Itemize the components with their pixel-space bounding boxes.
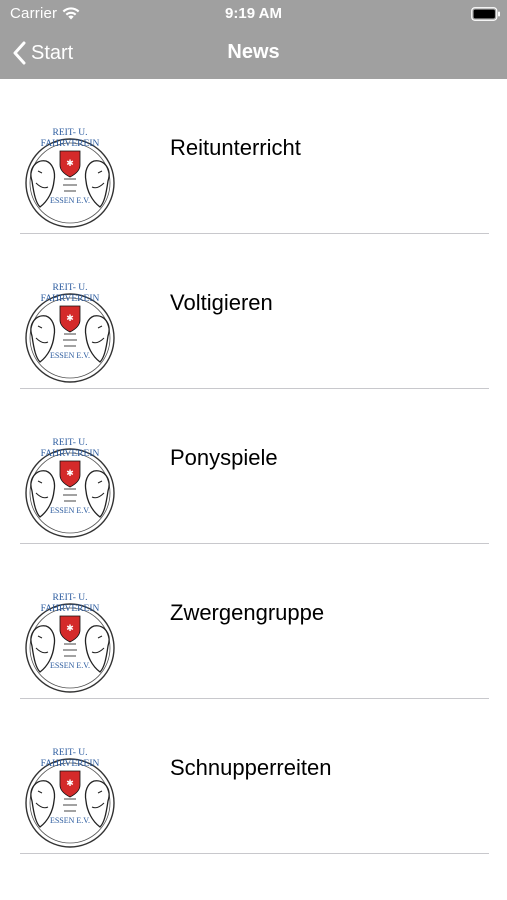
club-logo-icon: ✱ REIT- U. FAHRVEREIN ESSEN E.V. — [25, 593, 115, 693]
news-list-item[interactable]: ✱ REIT- U. FAHRVEREIN ESSEN E.V. Voltigi… — [0, 234, 507, 389]
news-list-item[interactable]: ✱ REIT- U. FAHRVEREIN ESSEN E.V. Reitunt… — [0, 79, 507, 234]
svg-text:ESSEN E.V.: ESSEN E.V. — [50, 816, 90, 825]
row-separator — [20, 853, 489, 854]
svg-text:FAHRVEREIN: FAHRVEREIN — [41, 294, 100, 304]
news-item-title: Reitunterricht — [170, 135, 301, 160]
top-bar: Carrier 9:19 AM Start News — [0, 0, 507, 79]
svg-text:REIT- U.: REIT- U. — [52, 283, 87, 293]
club-logo-icon: ✱ REIT- U. FAHRVEREIN ESSEN E.V. — [25, 438, 115, 538]
svg-text:✱: ✱ — [66, 469, 74, 479]
svg-text:ESSEN E.V.: ESSEN E.V. — [50, 351, 90, 360]
svg-text:FAHRVEREIN: FAHRVEREIN — [41, 759, 100, 769]
page-title: News — [227, 41, 280, 63]
news-list: ✱ REIT- U. FAHRVEREIN ESSEN E.V. Reitunt… — [0, 79, 507, 854]
news-list-item[interactable]: ✱ REIT- U. FAHRVEREIN ESSEN E.V. Schnupp… — [0, 699, 507, 854]
news-list-item[interactable]: ✱ REIT- U. FAHRVEREIN ESSEN E.V. Zwergen… — [0, 544, 507, 699]
battery-icon — [471, 7, 500, 21]
status-time: 9:19 AM — [225, 5, 282, 22]
svg-text:REIT- U.: REIT- U. — [52, 438, 87, 448]
club-logo-icon: ✱ REIT- U. FAHRVEREIN ESSEN E.V. — [25, 283, 115, 383]
svg-text:FAHRVEREIN: FAHRVEREIN — [41, 139, 100, 149]
svg-text:FAHRVEREIN: FAHRVEREIN — [41, 604, 100, 614]
news-item-title: Schnupperreiten — [170, 755, 332, 780]
svg-text:ESSEN E.V.: ESSEN E.V. — [50, 196, 90, 205]
navigation-bar: Start News — [0, 28, 507, 79]
svg-text:ESSEN E.V.: ESSEN E.V. — [50, 661, 90, 670]
svg-text:✱: ✱ — [66, 159, 74, 169]
svg-text:✱: ✱ — [66, 624, 74, 634]
svg-text:ESSEN E.V.: ESSEN E.V. — [50, 506, 90, 515]
svg-text:REIT- U.: REIT- U. — [52, 128, 87, 138]
svg-text:FAHRVEREIN: FAHRVEREIN — [41, 449, 100, 459]
news-item-title: Ponyspiele — [170, 445, 278, 470]
club-logo-icon: ✱ REIT- U. FAHRVEREIN ESSEN E.V. — [25, 128, 115, 228]
status-bar: Carrier 9:19 AM — [0, 0, 507, 28]
svg-text:REIT- U.: REIT- U. — [52, 748, 87, 758]
svg-text:✱: ✱ — [66, 314, 74, 324]
svg-text:✱: ✱ — [66, 779, 74, 789]
club-logo-icon: ✱ REIT- U. FAHRVEREIN ESSEN E.V. — [25, 748, 115, 848]
news-item-title: Zwergengruppe — [170, 600, 325, 625]
svg-text:REIT- U.: REIT- U. — [52, 593, 87, 603]
news-item-title: Voltigieren — [170, 290, 273, 315]
news-list-item[interactable]: ✱ REIT- U. FAHRVEREIN ESSEN E.V. Ponyspi… — [0, 389, 507, 544]
